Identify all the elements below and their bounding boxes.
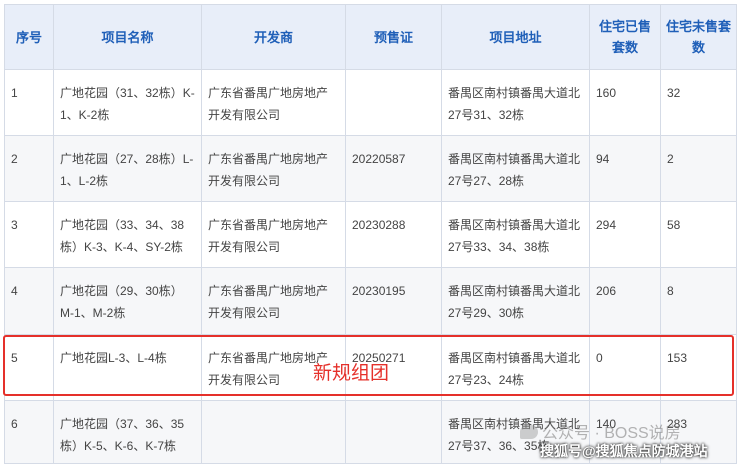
cell-developer: 广东省番禺广地房地产开发有限公司 — [201, 69, 346, 136]
cell-developer: 广东省番禺广地房地产开发有限公司 — [201, 135, 346, 202]
col-header-no: 序号 — [4, 4, 54, 70]
cell-sold: 294 — [589, 201, 661, 268]
table-row: 4 广地花园（29、30栋）M-1、M-2栋 广东省番禺广地房地产开发有限公司 … — [4, 267, 737, 335]
cell-presale-permit: 20220587 — [345, 135, 442, 202]
cell-sold: 94 — [589, 135, 661, 202]
watermark-account-text: 公众号 · BOSS说房 — [542, 425, 681, 442]
cell-presale-permit — [345, 69, 442, 136]
cell-no: 4 — [4, 267, 54, 335]
wechat-icon — [520, 425, 538, 439]
cell-address: 番禺区南村镇番禺大道北27号33、34、38栋 — [441, 201, 590, 268]
col-header-address: 项目地址 — [441, 4, 590, 70]
table-row: 3 广地花园（33、34、38栋）K-3、K-4、SY-2栋 广东省番禺广地房地… — [4, 201, 737, 268]
cell-no: 3 — [4, 201, 54, 268]
cell-developer: 广东省番禺广地房地产开发有限公司 — [201, 201, 346, 268]
cell-project-name: 广地花园（37、36、35栋）K-5、K-6、K-7栋 — [53, 400, 202, 464]
cell-unsold: 2 — [660, 135, 737, 202]
watermark-sohu: 搜狐号@搜狐焦点防城港站 — [540, 443, 708, 459]
col-header-project-name: 项目名称 — [53, 4, 202, 70]
col-header-developer: 开发商 — [201, 4, 346, 70]
cell-unsold: 8 — [660, 267, 737, 335]
cell-sold: 160 — [589, 69, 661, 136]
cell-developer — [201, 400, 346, 464]
col-header-unsold: 住宅未售套数 — [660, 4, 737, 70]
cell-address: 番禺区南村镇番禺大道北27号27、28栋 — [441, 135, 590, 202]
annotation-label: 新规组团 — [313, 363, 390, 384]
col-header-presale-permit: 预售证 — [345, 4, 442, 70]
cell-project-name: 广地花园（33、34、38栋）K-3、K-4、SY-2栋 — [53, 201, 202, 268]
cell-project-name: 广地花园（29、30栋）M-1、M-2栋 — [53, 267, 202, 335]
cell-presale-permit — [345, 400, 442, 464]
cell-no: 2 — [4, 135, 54, 202]
cell-address: 番禺区南村镇番禺大道北27号31、32栋 — [441, 69, 590, 136]
col-header-sold: 住宅已售套数 — [589, 4, 661, 70]
cell-no: 6 — [4, 400, 54, 464]
cell-presale-permit: 20230195 — [345, 267, 442, 335]
table-row: 2 广地花园（27、28栋）L-1、L-2栋 广东省番禺广地房地产开发有限公司 … — [4, 135, 737, 202]
cell-address: 番禺区南村镇番禺大道北27号29、30栋 — [441, 267, 590, 335]
table-row: 1 广地花园（31、32栋）K-1、K-2栋 广东省番禺广地房地产开发有限公司 … — [4, 69, 737, 136]
cell-unsold: 58 — [660, 201, 737, 268]
cell-developer: 广东省番禺广地房地产开发有限公司 — [201, 267, 346, 335]
cell-project-name: 广地花园（31、32栋）K-1、K-2栋 — [53, 69, 202, 136]
cell-no: 1 — [4, 69, 54, 136]
cell-presale-permit: 20230288 — [345, 201, 442, 268]
cell-project-name: 广地花园（27、28栋）L-1、L-2栋 — [53, 135, 202, 202]
header-row: 序号 项目名称 开发商 预售证 项目地址 住宅已售套数 住宅未售套数 — [4, 4, 737, 70]
cell-unsold: 32 — [660, 69, 737, 136]
cell-sold: 206 — [589, 267, 661, 335]
